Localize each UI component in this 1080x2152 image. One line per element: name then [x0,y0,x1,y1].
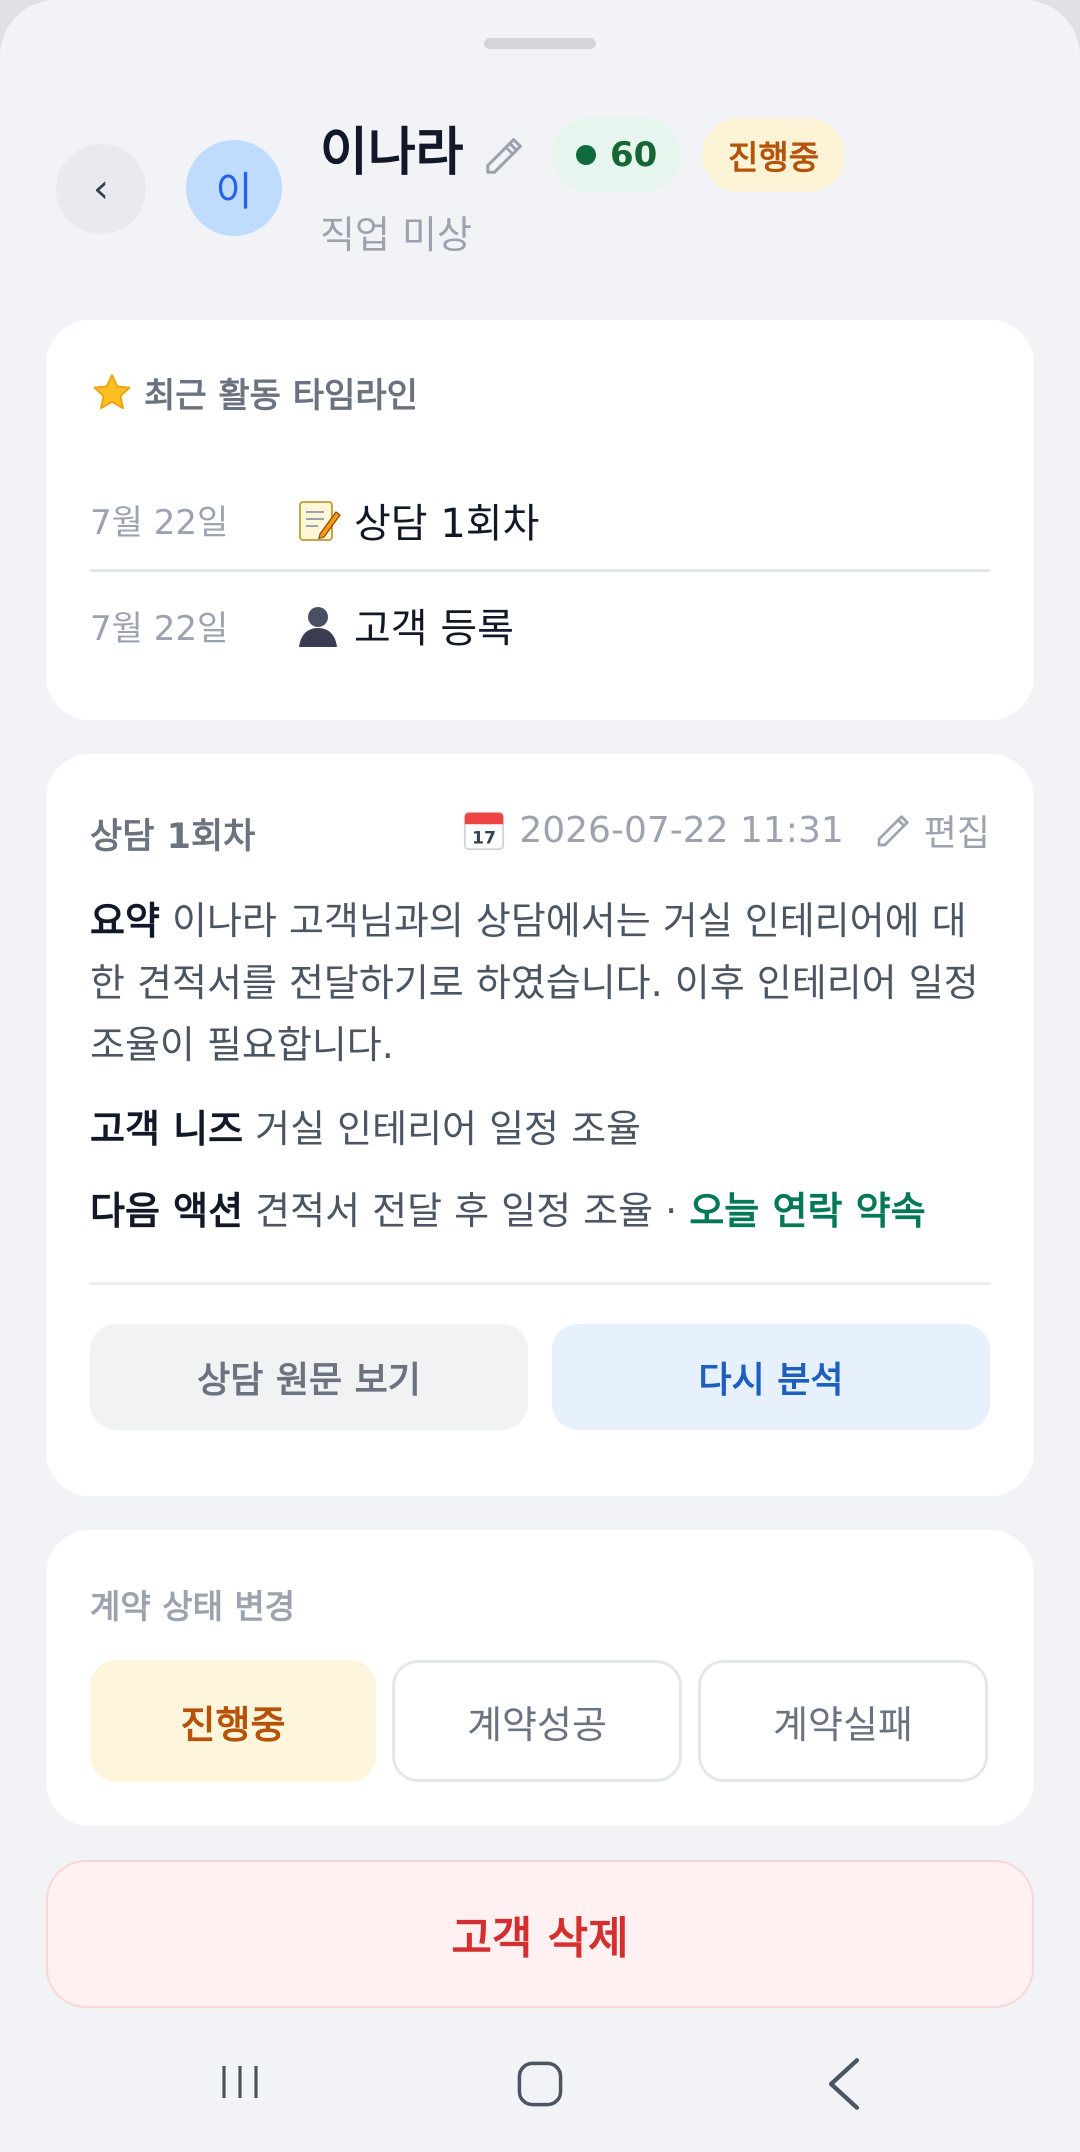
consultation-summary: 요약 이나라 고객님과의 상담에서는 거실 인테리어에 대한 견적서를 전달하기… [90,890,990,1076]
recents-icon[interactable] [216,2058,264,2106]
timeline-card: 최근 활동 타임라인 7월 22일 상담 1회차 7월 22일 고객 등록 [46,320,1034,720]
status-option-success[interactable]: 계약성공 [392,1660,682,1782]
consultation-title: 상담 1회차 [90,817,256,857]
sheet-grabber[interactable] [484,38,596,49]
score-badge: 60 [552,118,682,192]
view-raw-button[interactable]: 상담 원문 보기 [90,1324,528,1430]
chevron-left-icon: ‹ [93,166,109,212]
consultation-card: 상담 1회차 17 2026-07-22 11:31 편집 요약 이나라 고객님… [46,754,1034,1496]
system-nav-bar [0,2040,1080,2152]
memo-icon [299,500,341,541]
summary-text: 이나라 고객님과의 상담에서는 거실 인테리어에 대한 견적서를 전달하기로 하… [90,899,979,1067]
consultation-datetime: 2026-07-22 11:31 [519,809,844,851]
contract-status-card: 계약 상태 변경 진행중 계약성공 계약실패 [46,1530,1034,1826]
next-action-text: 견적서 전달 후 일정 조율 · [255,1189,690,1233]
next-action-label: 다음 액션 [90,1189,244,1233]
needs-label: 고객 니즈 [90,1107,244,1151]
timeline-date: 7월 22일 [90,503,229,543]
status-option-fail[interactable]: 계약실패 [698,1660,988,1782]
summary-label: 요약 [90,899,160,943]
timeline-text: 상담 1회차 [354,500,540,547]
timeline-text: 고객 등록 [354,606,514,652]
timeline-title-text: 최근 활동 타임라인 [144,376,418,416]
needs-text: 거실 인테리어 일정 조율 [255,1107,642,1151]
timeline-date: 7월 22일 [90,608,229,649]
customer-job: 직업 미상 [320,213,472,257]
avatar: 이 [186,140,282,236]
pencil-icon[interactable] [482,132,528,178]
back-nav-icon[interactable] [822,2056,866,2112]
consultation-needs: 고객 니즈 거실 인테리어 일정 조율 [90,1098,990,1160]
back-button[interactable]: ‹ [56,144,146,234]
consultation-meta: 17 2026-07-22 11:31 편집 [461,804,990,856]
score-dot-icon [576,145,596,165]
calendar-icon: 17 [464,811,505,851]
status-option-in-progress[interactable]: 진행중 [90,1660,376,1782]
star-icon [93,373,131,409]
divider [90,1282,990,1285]
person-icon [299,607,337,647]
consultation-next-action: 다음 액션 견적서 전달 후 일정 조율 · 오늘 연락 약속 [90,1180,990,1242]
timeline-item[interactable]: 7월 22일 상담 1회차 [90,470,990,572]
timeline-title: 최근 활동 타임라인 [90,368,418,417]
contact-promise: 오늘 연락 약속 [689,1189,926,1233]
home-icon[interactable] [514,2058,566,2110]
contract-status-title: 계약 상태 변경 [90,1587,296,1626]
timeline-item[interactable]: 7월 22일 고객 등록 [90,574,990,676]
reanalyze-button[interactable]: 다시 분석 [552,1324,990,1430]
avatar-initial: 이 [215,169,253,215]
score-value: 60 [610,135,658,175]
customer-detail-sheet: ‹ 이 이나라 60 진행중 직업 미상 최근 활동 타임라인 7월 22일 상… [0,0,1080,2152]
svg-text:17: 17 [472,828,496,848]
customer-name: 이나라 [320,123,464,183]
status-badge: 진행중 [702,118,846,192]
delete-customer-button[interactable]: 고객 삭제 [46,1860,1034,2008]
pencil-icon[interactable] [874,810,914,850]
edit-button[interactable]: 편집 [924,804,990,856]
